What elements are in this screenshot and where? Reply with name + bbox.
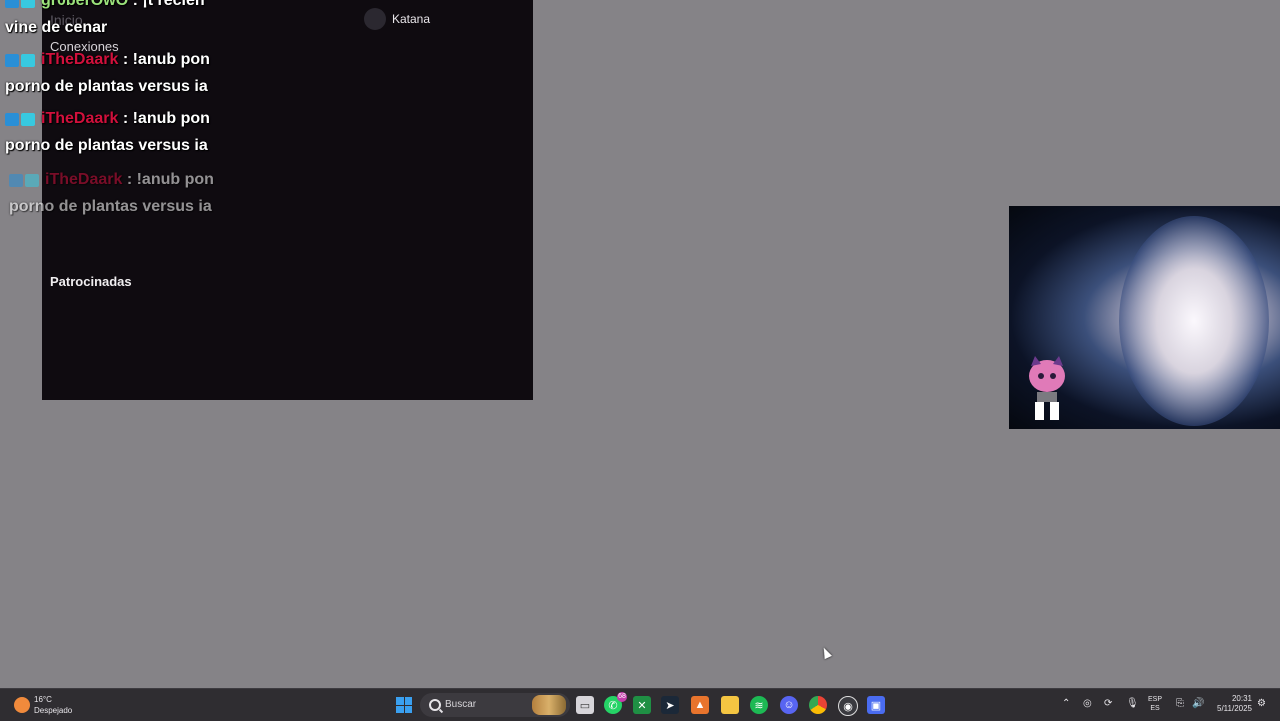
tray-app-icon[interactable]: ◎ [1083,698,1092,709]
chrome-icon[interactable] [809,696,827,714]
microphone-icon[interactable]: 🎙 [1126,698,1139,709]
chat-badges [5,46,37,73]
user-name[interactable]: Katana [392,12,430,26]
webcam-subject [1119,216,1269,426]
sponsored-heading: Patrocinadas [50,274,132,289]
network-icon[interactable]: ⎘ [1176,698,1184,709]
chat-username: gr0berOwO [41,0,129,9]
spotify-icon[interactable]: ≋ [750,696,768,714]
file-explorer-icon[interactable] [721,696,739,714]
excel-icon[interactable]: ✕ [633,696,651,714]
chevron-up-icon[interactable]: ⌃ [1062,698,1070,709]
chat-text: : ¡t recién [132,0,205,9]
steam-icon[interactable]: ➤ [661,696,679,714]
tray-sync-icon[interactable]: ⟳ [1104,698,1112,709]
weather-icon [14,697,30,713]
start-icon-part [404,705,412,713]
chat-text-line2: vine de cenar [5,19,108,36]
badge-icon [9,173,23,187]
chat-message: iTheDaark : !anub pon porno de plantas v… [0,46,250,100]
chat-text-line2: porno de plantas versus ia [5,78,208,95]
app-blue-icon[interactable]: ▣ [867,696,885,714]
keyboard-layout: ES [1150,705,1160,712]
weather-condition: Despejado [34,706,73,715]
start-button[interactable] [396,697,412,713]
search-icon [429,699,441,711]
chat-message: iTheDaark : !anub pon porno de plantas v… [0,105,250,159]
chat-message: iTheDaark : !anub pon porno de plantas v… [4,166,254,220]
chat-text-line2: porno de plantas versus ia [9,198,212,215]
notification-badge: 68 [617,692,627,702]
chat-message: gr0berOwO : ¡t recién vine de cenar [0,0,250,41]
badge-icon [21,112,35,126]
notifications-icon[interactable]: ⚙ [1257,698,1266,709]
chat-text: : !anub pon [122,110,210,127]
chat-text: : !anub pon [122,51,210,68]
chat-username: iTheDaark [45,171,123,188]
chat-text: : !anub pon [126,171,214,188]
clock[interactable]: 20:31 5/11/2025 [1210,694,1252,714]
chat-text-line2: porno de plantas versus ia [5,137,208,154]
weather-widget[interactable]: 16°C Despejado [14,693,84,717]
search-placeholder: Buscar [445,699,477,710]
app-icon[interactable]: ▲ [691,696,709,714]
chat-badges [5,105,37,132]
clock-date: 5/11/2025 [1217,704,1252,713]
user-avatar[interactable] [364,8,386,30]
chat-badges [9,166,41,193]
chat-username: iTheDaark [41,51,119,68]
badge-icon [25,173,39,187]
start-icon-part [396,705,404,713]
badge-icon [5,53,19,67]
webcam-overlay [1009,206,1280,429]
chat-badges [5,0,37,14]
search-highlight-icon [532,695,566,715]
obs-icon[interactable]: ◉ [838,696,858,716]
mascot-icon [1029,356,1065,420]
taskbar: 16°C Despejado Buscar ▭ ✆ 68 ✕ ➤ ▲ ≋ ☺ ◉… [0,688,1280,721]
badge-icon [21,53,35,67]
badge-icon [21,0,35,8]
language-indicator[interactable]: ESP ES [1148,695,1162,713]
mouse-cursor [820,645,832,660]
start-icon-part [404,697,412,705]
discord-icon[interactable]: ☺ [780,696,798,714]
language-code: ESP [1148,696,1163,703]
whatsapp-icon[interactable]: ✆ 68 [604,692,627,714]
start-icon [396,697,404,705]
volume-icon[interactable]: 🔊 [1192,698,1204,709]
clock-time: 20:31 [1231,694,1252,703]
weather-temp: 16°C [34,695,52,704]
badge-icon [5,112,19,126]
task-view-icon[interactable]: ▭ [576,696,594,714]
taskbar-search[interactable]: Buscar [420,693,570,717]
badge-icon [5,0,19,8]
chat-username: iTheDaark [41,110,119,127]
